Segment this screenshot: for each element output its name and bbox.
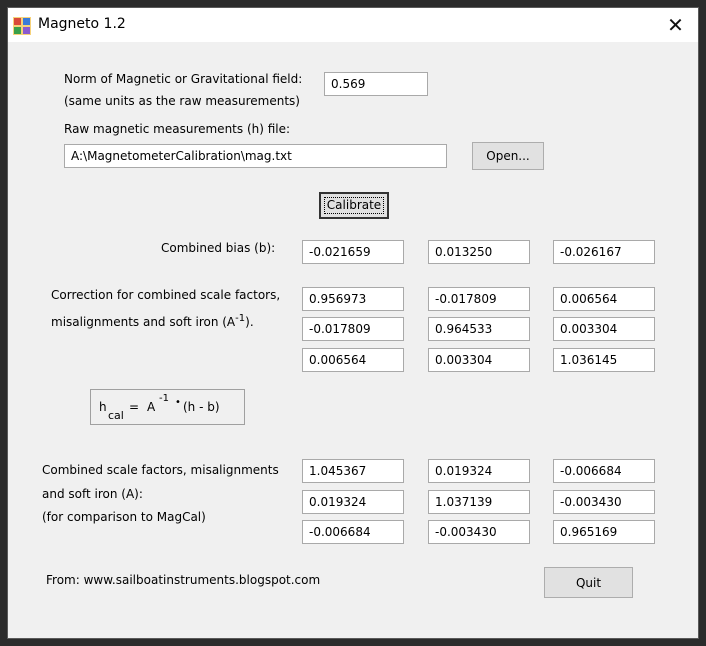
app-icon (13, 17, 31, 35)
formula-box: h cal = A -1 • (h - b) (90, 389, 245, 425)
scale-r1c2-field[interactable]: 0.019324 (428, 459, 530, 483)
correction-r1c2-field[interactable]: -0.017809 (428, 287, 530, 311)
scale-r2c3-field[interactable]: -0.003430 (553, 490, 655, 514)
correction-label-line2: misalignments and soft iron (A-1). (51, 313, 254, 329)
bias-z-field[interactable]: -0.026167 (553, 240, 655, 264)
correction-r2c2-field[interactable]: 0.964533 (428, 317, 530, 341)
formula-rest: (h - b) (183, 400, 220, 414)
scale-r2c1-field[interactable]: 0.019324 (302, 490, 404, 514)
scale-r1c3-field[interactable]: -0.006684 (553, 459, 655, 483)
app-window: Magneto 1.2 ✕ Norm of Magnetic or Gravit… (8, 8, 698, 638)
correction-r2c3-field[interactable]: 0.003304 (553, 317, 655, 341)
window-title: Magneto 1.2 (38, 16, 126, 32)
correction-r3c2-field[interactable]: 0.003304 (428, 348, 530, 372)
correction-r1c1-field[interactable]: 0.956973 (302, 287, 404, 311)
scale-label-line3: (for comparison to MagCal) (42, 510, 206, 524)
correction-r3c3-field[interactable]: 1.036145 (553, 348, 655, 372)
file-path-input[interactable]: A:\MagnetometerCalibration\mag.txt (64, 144, 447, 168)
close-icon[interactable]: ✕ (653, 8, 698, 42)
correction-r2c1-field[interactable]: -0.017809 (302, 317, 404, 341)
title-bar: Magneto 1.2 ✕ (8, 8, 698, 42)
correction-r1c3-field[interactable]: 0.006564 (553, 287, 655, 311)
formula-dot: • (175, 397, 181, 408)
from-text: From: www.sailboatinstruments.blogspot.c… (46, 573, 321, 587)
correction-label-line1: Correction for combined scale factors, (51, 288, 281, 302)
bias-y-field[interactable]: 0.013250 (428, 240, 530, 264)
bias-label: Combined bias (b): (161, 241, 276, 255)
calibrate-button[interactable]: Calibrate (319, 192, 389, 219)
norm-label-line2: (same units as the raw measurements) (64, 94, 300, 108)
scale-r1c1-field[interactable]: 1.045367 (302, 459, 404, 483)
file-label: Raw magnetic measurements (h) file: (64, 122, 291, 136)
formula-a: A (147, 400, 156, 414)
quit-button[interactable]: Quit (544, 567, 633, 598)
scale-r3c1-field[interactable]: -0.006684 (302, 520, 404, 544)
bias-x-field[interactable]: -0.021659 (302, 240, 404, 264)
norm-input[interactable]: 0.569 (324, 72, 428, 96)
open-button[interactable]: Open... (472, 142, 544, 170)
scale-r3c2-field[interactable]: -0.003430 (428, 520, 530, 544)
norm-label-line1: Norm of Magnetic or Gravitational field: (64, 72, 303, 86)
scale-label-line2: and soft iron (A): (42, 487, 143, 501)
scale-r3c3-field[interactable]: 0.965169 (553, 520, 655, 544)
correction-r3c1-field[interactable]: 0.006564 (302, 348, 404, 372)
scale-r2c2-field[interactable]: 1.037139 (428, 490, 530, 514)
calibrate-label: Calibrate (323, 197, 385, 214)
scale-label-line1: Combined scale factors, misalignments (42, 463, 279, 477)
formula-h: h (99, 400, 107, 414)
formula-sup: -1 (159, 393, 169, 404)
formula-cal: cal (108, 409, 124, 422)
formula-equals: = (129, 400, 140, 414)
